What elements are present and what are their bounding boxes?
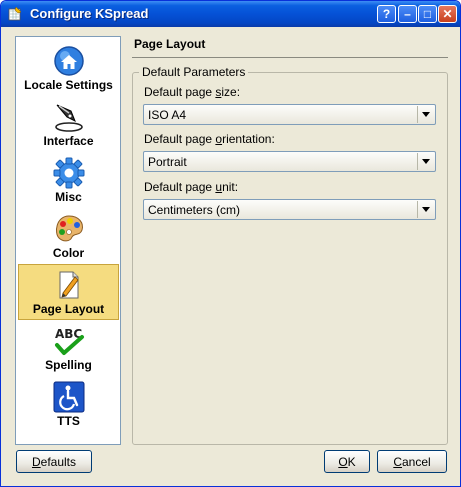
palette-icon [55, 215, 83, 242]
cancel-button[interactable]: Cancel [377, 450, 447, 473]
sidebar-item-label: TTS [57, 414, 80, 428]
maximize-button[interactable]: □ [418, 5, 437, 23]
page-pencil-icon [59, 271, 79, 299]
sidebar-item-label: Page Layout [32, 302, 105, 316]
page-unit-value: Centimeters (cm) [148, 203, 241, 217]
accessibility-icon [53, 381, 84, 413]
ok-button[interactable]: OK [324, 450, 370, 473]
sidebar-item-label: Interface [43, 134, 94, 148]
title-divider [132, 57, 448, 58]
sidebar-item-locale-settings[interactable]: Locale Settings [18, 41, 119, 97]
home-globe-icon [53, 46, 84, 76]
window-title: Configure KSpread [30, 6, 149, 21]
page-size-select[interactable]: ISO A4 [143, 104, 436, 125]
chevron-down-icon[interactable] [417, 153, 434, 170]
page-unit-label: Default page unit: [144, 180, 239, 194]
chevron-down-icon[interactable] [417, 201, 434, 218]
page-size-value: ISO A4 [148, 108, 187, 122]
minimize-button[interactable]: – [398, 5, 417, 23]
page-orientation-select[interactable]: Portrait [143, 151, 436, 172]
sidebar-item-color[interactable]: Color [18, 209, 119, 265]
sidebar-item-misc[interactable]: Misc [18, 153, 119, 209]
pen-nib-icon [54, 104, 83, 132]
sidebar-item-interface[interactable]: Interface [18, 97, 119, 153]
configure-dialog: Configure KSpread ? – □ ✕ Locale Setting… [0, 0, 461, 487]
page-unit-select[interactable]: Centimeters (cm) [143, 199, 436, 220]
help-button[interactable]: ? [377, 5, 396, 23]
page-sidebar: Locale Settings Interface Misc Color Pag… [15, 36, 121, 445]
close-button[interactable]: ✕ [438, 5, 457, 23]
sidebar-item-label: Locale Settings [24, 78, 113, 92]
defaults-button[interactable]: Defaults [16, 450, 92, 473]
page-orientation-value: Portrait [148, 155, 187, 169]
sidebar-item-tts[interactable]: TTS [18, 377, 119, 433]
sidebar-item-spelling[interactable]: ABC Spelling [18, 321, 119, 377]
default-parameters-group [132, 72, 448, 445]
sidebar-item-label: Misc [55, 190, 82, 204]
title-bar[interactable]: Configure KSpread ? – □ ✕ [1, 1, 460, 27]
kspread-app-icon [8, 6, 22, 21]
sidebar-item-page-layout[interactable]: Page Layout [18, 264, 119, 320]
abc-check-icon: ABC [54, 327, 84, 355]
page-title: Page Layout [134, 37, 206, 51]
group-title: Default Parameters [139, 65, 249, 79]
gear-icon [53, 157, 84, 189]
page-orientation-label: Default page orientation: [144, 132, 275, 146]
page-size-label: Default page size: [144, 85, 241, 99]
chevron-down-icon[interactable] [417, 106, 434, 123]
sidebar-item-label: Spelling [45, 358, 92, 372]
sidebar-item-label: Color [52, 246, 85, 260]
